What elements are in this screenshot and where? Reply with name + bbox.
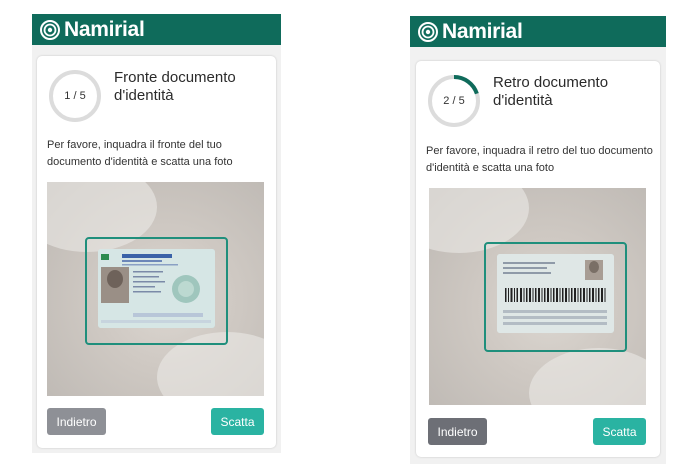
brand-name: Namirial: [442, 19, 523, 43]
namirial-logo-icon: [418, 21, 438, 42]
title-line-2: d'identità: [114, 87, 174, 104]
capture-card: 2 / 5 Retro documento d'identità Per fav…: [416, 61, 660, 457]
title-line-1: Fronte documento: [114, 69, 236, 86]
document-frame: [85, 237, 228, 345]
step-counter: 1 / 5: [64, 90, 86, 102]
camera-preview: [47, 182, 264, 396]
id-card-back-image: [497, 254, 614, 333]
capture-button[interactable]: Scatta: [593, 418, 646, 445]
back-button[interactable]: Indietro: [428, 418, 487, 445]
title-line-1: Retro documento: [493, 74, 609, 91]
document-frame: [484, 242, 627, 352]
phone-screen-back: Namirial 2 / 5 Retro documento d'identit…: [410, 16, 666, 464]
capture-button[interactable]: Scatta: [211, 408, 264, 435]
namirial-logo-icon: [40, 19, 60, 40]
id-card-front: [98, 249, 215, 328]
title-line-2: d'identità: [493, 92, 553, 109]
background-blur: [529, 348, 646, 405]
app-header: Namirial: [410, 16, 666, 47]
instruction-text: Per favore, inquadra il fronte del tuo d…: [47, 139, 233, 168]
id-card-front-image: [98, 249, 215, 328]
phone-screen-front: Namirial 1 / 5 Fronte documento d'identi…: [32, 14, 281, 453]
page-title: Retro documento d'identità: [493, 74, 608, 110]
step-counter: 2 / 5: [443, 95, 465, 107]
back-button[interactable]: Indietro: [47, 408, 106, 435]
id-card-back: [497, 254, 614, 333]
app-header: Namirial: [32, 14, 281, 45]
step-progress: 2 / 5: [426, 73, 482, 129]
capture-card: 1 / 5 Fronte documento d'identità Per fa…: [37, 56, 276, 448]
camera-preview: [429, 188, 646, 405]
instruction-text: Per favore, inquadra il retro del tuo do…: [426, 145, 653, 174]
brand-name: Namirial: [64, 17, 145, 41]
page-title: Fronte documento d'identità: [114, 69, 236, 105]
step-progress: 1 / 5: [47, 68, 103, 124]
